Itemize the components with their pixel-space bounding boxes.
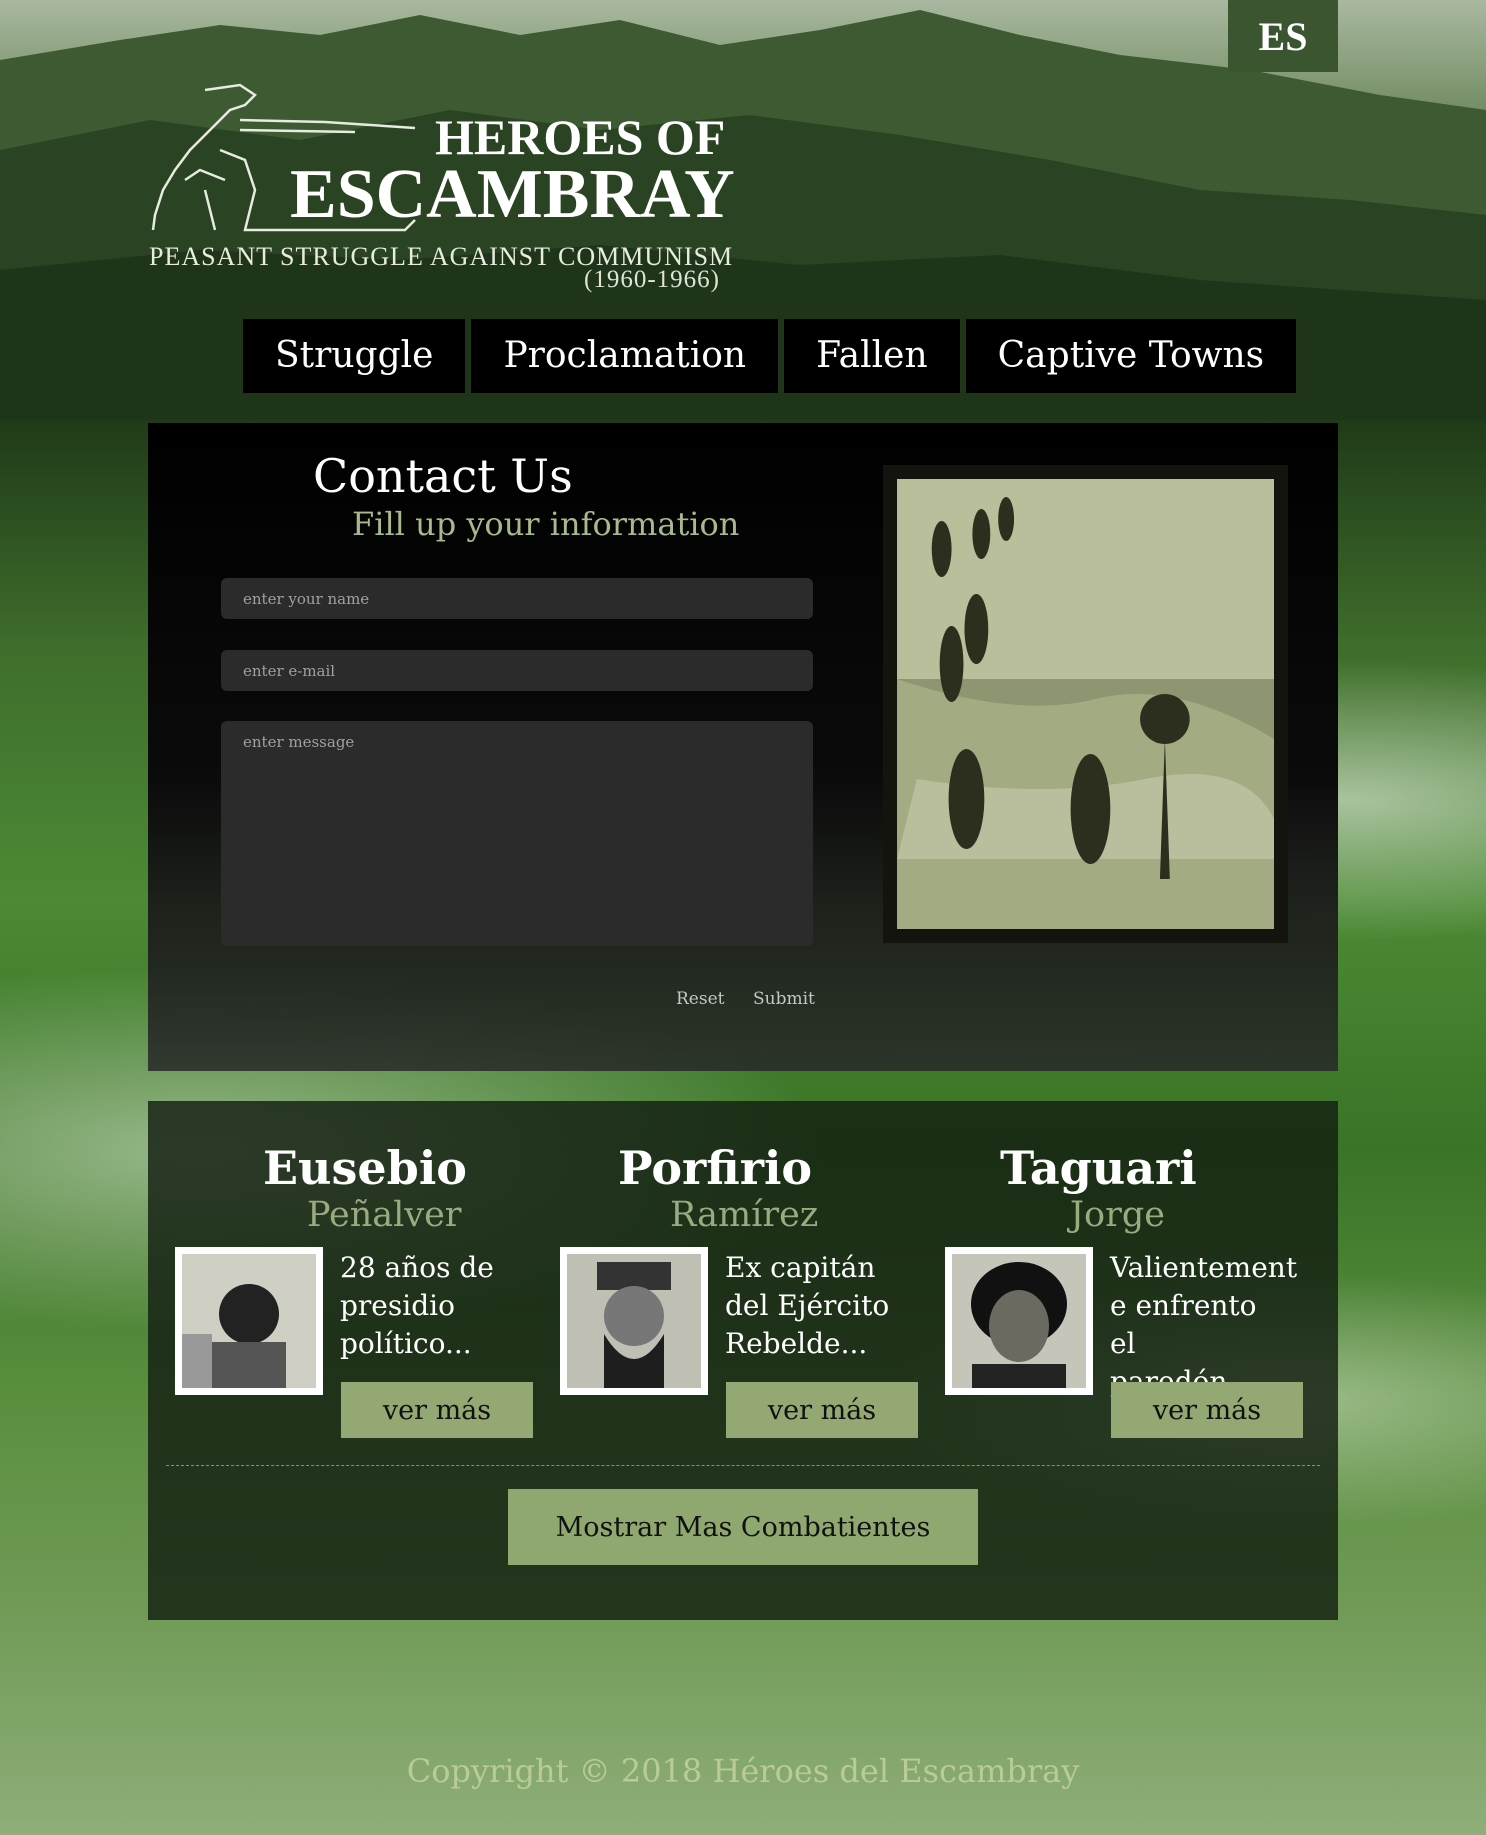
fighters-section: Eusebio Peñalver 28 años de presidio pol… [148,1101,1338,1620]
guerrilla-photo [883,465,1288,943]
fighter-first-name: Taguari [1000,1141,1197,1195]
logo-title-line2: ESCAMBRAY [290,156,735,233]
message-textarea[interactable]: enter message [221,721,813,946]
name-input[interactable]: enter your name [221,578,813,619]
nav-item-proclamation[interactable]: Proclamation [471,319,779,393]
logo-years: (1960-1966) [584,266,720,293]
reset-button[interactable]: Reset [676,989,724,1009]
fighter-card: Eusebio Peñalver 28 años de presidio pol… [148,1141,533,1438]
main-nav: Struggle Proclamation Fallen Captive Tow… [243,319,1297,393]
nav-item-fallen[interactable]: Fallen [784,319,960,393]
contact-section: Contact Us Fill up your information ente… [148,423,1338,1071]
fighter-description: 28 años de presidio político... [340,1251,494,1360]
nav-item-struggle[interactable]: Struggle [243,319,466,393]
section-divider [166,1465,1320,1466]
site-logo[interactable]: HEROES OF ESCAMBRAY PEASANT STRUGGLE AGA… [145,80,735,300]
contact-subtitle: Fill up your information [352,505,740,543]
view-more-button[interactable]: ver más [341,1382,533,1438]
fighter-portrait[interactable] [945,1247,1093,1395]
contact-title: Contact Us [313,449,573,503]
fighter-card: Porfirio Ramírez Ex capitán del Ejército… [533,1141,918,1438]
fighter-portrait[interactable] [175,1247,323,1395]
fighter-portrait[interactable] [560,1247,708,1395]
fighter-last-name: Jorge [1070,1195,1165,1235]
fighter-last-name: Ramírez [670,1195,819,1235]
nav-item-captive-towns[interactable]: Captive Towns [965,319,1297,393]
language-toggle-button[interactable]: ES [1228,0,1338,72]
view-more-button[interactable]: ver más [1111,1382,1303,1438]
show-more-fighters-button[interactable]: Mostrar Mas Combatientes [508,1489,978,1565]
fighter-card: Taguari Jorge Valientement e enfrento el… [918,1141,1303,1438]
fighter-first-name: Porfirio [618,1141,813,1195]
fighter-description: Valientement e enfrento el paredón.... [1110,1251,1298,1398]
footer-copyright: Copyright © 2018 Héroes del Escambray [406,1752,1080,1790]
email-input[interactable]: enter e-mail [221,650,813,691]
fighter-description: Ex capitán del Ejército Rebelde... [725,1251,890,1360]
view-more-button[interactable]: ver más [726,1382,918,1438]
submit-button[interactable]: Submit [753,989,815,1009]
fighter-last-name: Peñalver [307,1195,462,1235]
fighter-first-name: Eusebio [263,1141,467,1195]
